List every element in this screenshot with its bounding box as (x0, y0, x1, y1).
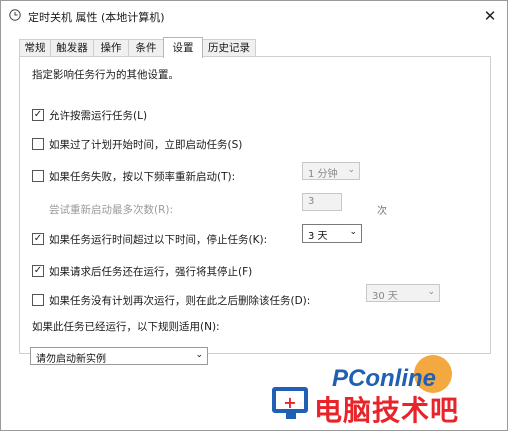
running-rule-dropdown[interactable]: 请勿启动新实例 ⌄ (30, 347, 208, 365)
stop-after-dropdown[interactable]: 3 天 ⌄ (302, 224, 362, 243)
allow-on-demand-checkbox[interactable]: ✓ (32, 109, 44, 121)
retry-count-unit: 次 (377, 206, 387, 217)
clock-icon (9, 9, 21, 21)
delete-if-not-scheduled-label: 如果任务没有计划再次运行，则在此之后删除该任务(D): (49, 295, 311, 307)
running-rule-value: 请勿启动新实例 (36, 354, 106, 365)
watermark-text: 电脑技术吧 (314, 394, 460, 427)
monitor-icon: + (272, 387, 308, 419)
watermark: PConline + 电脑技术吧 (266, 353, 506, 430)
chevron-down-icon: ⌄ (195, 350, 203, 360)
restart-on-fail-label: 如果任务失败，按以下频率重新启动(T): (49, 171, 236, 183)
start-if-missed-checkbox[interactable] (32, 138, 44, 150)
chevron-down-icon: ⌄ (349, 227, 357, 237)
title-bar: 定时关机 属性 (本地计算机) ✕ (1, 1, 507, 31)
task-properties-window: 定时关机 属性 (本地计算机) ✕ 常规 触发器 操作 条件 设置 历史记录 指… (0, 0, 508, 431)
close-icon: ✕ (483, 7, 497, 25)
tab-settings[interactable]: 设置 (163, 37, 203, 58)
tab-conditions[interactable]: 条件 (128, 39, 164, 57)
stop-if-longer-checkbox[interactable]: ✓ (32, 233, 44, 245)
start-if-missed-label: 如果过了计划开始时间，立即启动任务(S) (49, 139, 243, 151)
running-rule-label: 如果此任务已经运行，以下规则适用(N): (32, 321, 220, 333)
close-button[interactable]: ✕ (473, 1, 507, 31)
delete-if-not-scheduled-checkbox[interactable] (32, 294, 44, 306)
window-title: 定时关机 属性 (本地计算机) (28, 11, 165, 24)
delete-after-dropdown[interactable]: 30 天 ⌄ (366, 284, 440, 302)
tab-general[interactable]: 常规 (19, 39, 51, 57)
retry-count-field[interactable]: 3 (302, 193, 342, 211)
force-stop-label: 如果请求后任务还在运行，强行将其停止(F) (49, 266, 253, 278)
tab-actions[interactable]: 操作 (93, 39, 129, 57)
force-stop-checkbox[interactable]: ✓ (32, 265, 44, 277)
restart-interval-value: 1 分钟 (308, 169, 338, 180)
settings-description: 指定影响任务行为的其他设置。 (32, 69, 179, 81)
tab-history[interactable]: 历史记录 (202, 39, 256, 57)
tab-triggers[interactable]: 触发器 (50, 39, 94, 57)
settings-panel: 指定影响任务行为的其他设置。 ✓ 允许按需运行任务(L) 如果过了计划开始时间，… (19, 56, 491, 354)
retry-count-value: 3 (308, 196, 315, 207)
retry-count-label: 尝试重新启动最多次数(R): (49, 204, 174, 216)
delete-after-value: 30 天 (372, 291, 398, 302)
chevron-down-icon: ⌄ (427, 287, 435, 297)
stop-after-value: 3 天 (308, 231, 328, 242)
stop-if-longer-label: 如果任务运行时间超过以下时间，停止任务(K): (49, 234, 268, 246)
chevron-down-icon: ⌄ (347, 165, 355, 175)
restart-interval-dropdown[interactable]: 1 分钟 ⌄ (302, 162, 360, 180)
restart-on-fail-checkbox[interactable] (32, 170, 44, 182)
allow-on-demand-label: 允许按需运行任务(L) (49, 110, 148, 122)
plus-icon: + (283, 393, 297, 412)
